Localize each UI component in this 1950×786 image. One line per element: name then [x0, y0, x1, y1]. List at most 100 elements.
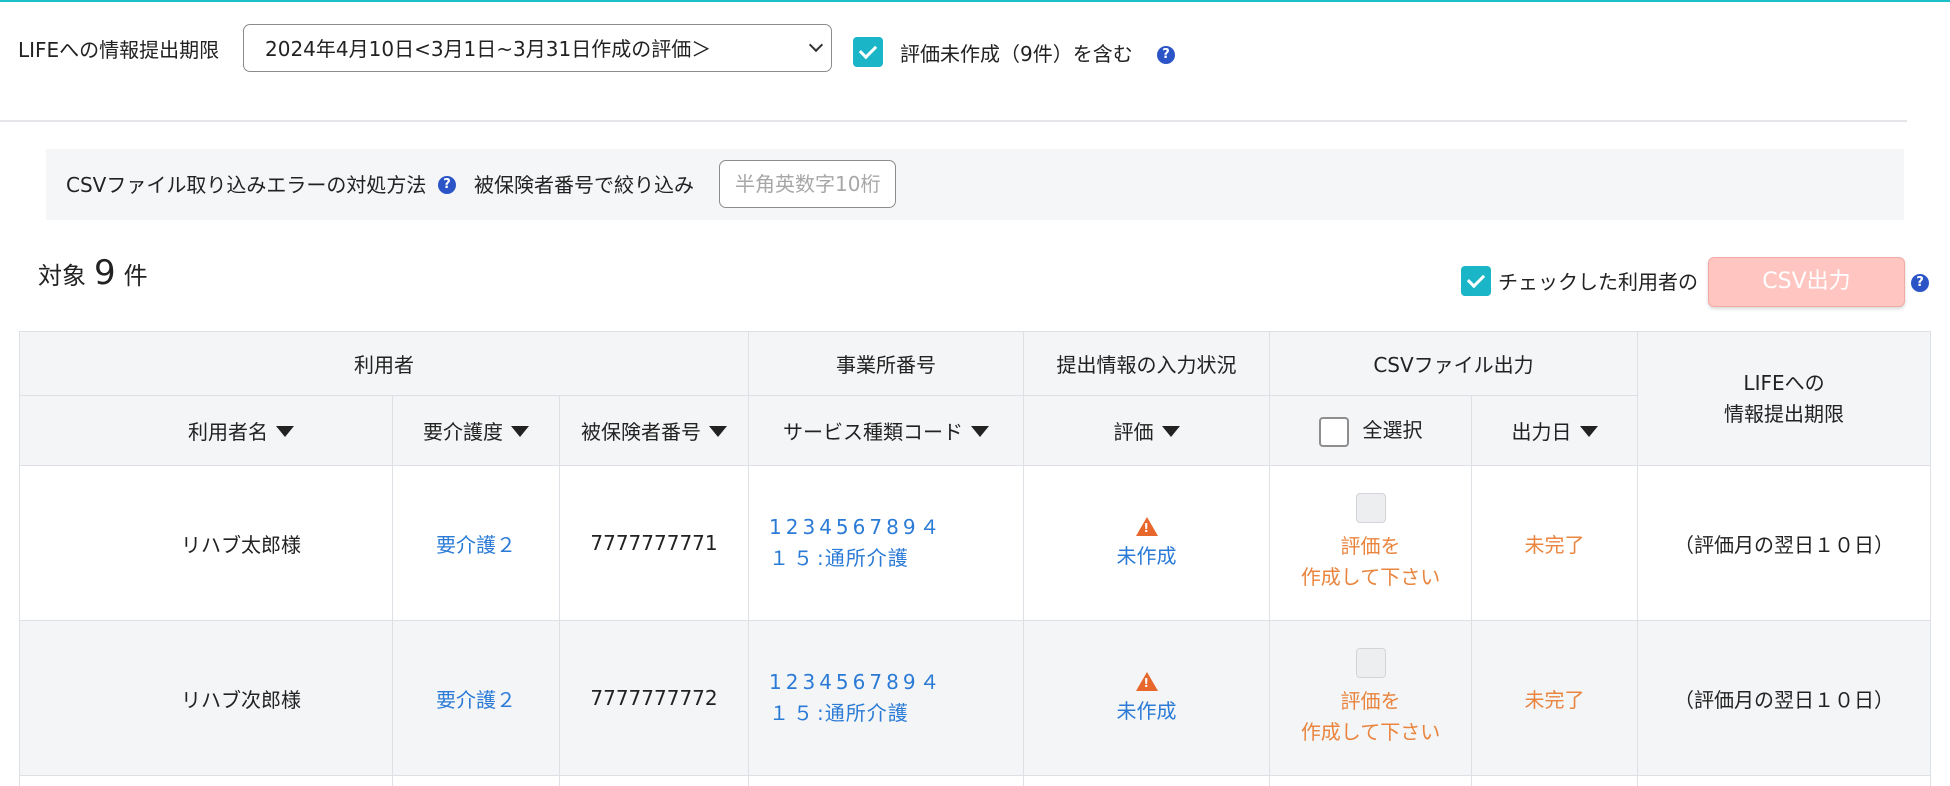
insured-number-filter-input[interactable]	[719, 160, 896, 208]
care-level-link[interactable]: 要介護２	[392, 620, 560, 776]
service-type-code: １５	[769, 701, 818, 725]
select-all-label: 全選択	[1362, 418, 1423, 443]
output-date-status: 未完了	[1471, 465, 1639, 621]
user-name: リハブ次郎様	[19, 620, 393, 776]
table-row: リハブ次郎様 要介護２ 7777777772 123456789４ １５:通所介…	[19, 620, 1932, 776]
help-icon[interactable]: ?	[438, 176, 456, 194]
empty-cell	[1269, 775, 1473, 786]
deadline: （評価月の翌日１０日）	[1637, 465, 1932, 621]
sort-down-icon	[1161, 426, 1180, 437]
empty-cell	[19, 775, 393, 786]
header-service-code: サービス種類コード	[783, 420, 964, 444]
service-code-link[interactable]: 123456789４ １５:通所介護	[748, 465, 1025, 621]
service-type-name: :通所介護	[817, 701, 909, 725]
insured-number: 7777777772	[558, 620, 750, 776]
empty-cell	[1637, 775, 1932, 786]
header-input-status: 提出情報の入力状況	[1023, 331, 1271, 396]
header-user-group: 利用者	[18, 331, 750, 396]
count-suffix: 件	[123, 262, 148, 290]
period-label: LIFEへの情報提出期限	[18, 38, 220, 62]
checkbox-box	[1355, 648, 1386, 678]
csv-error-help-link[interactable]: CSVファイル取り込みエラーの対処方法	[66, 171, 426, 199]
care-level-link[interactable]: 要介護２	[392, 465, 560, 621]
insured-number-filter-label: 被保険者番号で絞り込み	[474, 173, 694, 197]
sort-service-code[interactable]: サービス種類コード	[748, 395, 1025, 466]
header-output-date: 出力日	[1511, 420, 1572, 444]
sort-insured-number[interactable]: 被保険者番号	[558, 395, 750, 466]
header-deadline: LIFEへの 情報提出期限	[1637, 331, 1932, 466]
header-office-number: 事業所番号	[748, 331, 1025, 396]
service-type-name: :通所介護	[817, 546, 909, 570]
service-type: １５:通所介護	[769, 543, 1023, 574]
empty-cell	[558, 775, 750, 786]
sort-user-name[interactable]: 利用者名	[19, 395, 393, 466]
select-all-cell: 全選択	[1269, 395, 1473, 466]
empty-cell	[392, 775, 560, 786]
checkbox-box	[1318, 416, 1349, 447]
include-incomplete-label: 評価未作成（9件）を含む	[900, 42, 1133, 66]
checked-users-checkbox[interactable]	[1461, 266, 1491, 296]
row-checkbox-disabled	[1355, 493, 1386, 523]
note-line2: 作成して下さい	[1300, 720, 1441, 744]
evaluation-status-link[interactable]: 未作成	[1117, 699, 1177, 723]
office-number: 123456789４	[769, 515, 944, 539]
period-select[interactable]: 2024年4月10日<3月1日~3月31日作成の評価＞	[243, 24, 832, 72]
evaluation-status-link[interactable]: 未作成	[1117, 544, 1177, 568]
header-csv-output: CSVファイル出力	[1269, 331, 1639, 396]
count-prefix: 対象	[38, 262, 86, 290]
csv-select-cell: 評価を 作成して下さい	[1269, 620, 1473, 776]
row-checkbox-disabled	[1355, 648, 1386, 678]
table-row: リハブ太郎様 要介護２ 7777777771 123456789４ １５:通所介…	[19, 465, 1932, 621]
sort-down-icon	[276, 426, 294, 437]
empty-cell	[748, 775, 1025, 786]
service-type-code: １５	[769, 546, 818, 570]
sort-care-level[interactable]: 要介護度	[392, 395, 560, 466]
warning-icon	[1135, 672, 1158, 691]
help-icon[interactable]: ?	[1911, 274, 1929, 292]
divider	[0, 120, 1907, 122]
select-all-checkbox[interactable]	[1318, 416, 1349, 447]
period-filter-bar: LIFEへの情報提出期限 2024年4月10日<3月1日~3月31日作成の評価＞…	[0, 0, 1950, 120]
sort-down-icon	[1579, 426, 1598, 437]
header-evaluation: 評価	[1113, 420, 1154, 444]
csv-select-cell: 評価を 作成して下さい	[1269, 465, 1473, 621]
note-line1: 評価を	[1340, 534, 1401, 558]
table-row-partial	[19, 775, 1932, 786]
note-line2: 作成して下さい	[1300, 565, 1441, 589]
count-number: 9	[94, 253, 116, 293]
include-incomplete-checkbox[interactable]	[853, 37, 883, 67]
create-evaluation-note: 評価を 作成して下さい	[1270, 686, 1471, 748]
chevron-down-icon	[808, 37, 824, 53]
office-number: 123456789４	[769, 670, 944, 694]
header-insured-number: 被保険者番号	[581, 420, 701, 444]
service-type: １５:通所介護	[769, 698, 1023, 729]
target-count: 対象 9 件	[38, 255, 148, 295]
help-icon[interactable]: ?	[1157, 46, 1175, 64]
empty-cell	[1023, 775, 1271, 786]
sort-output-date[interactable]: 出力日	[1471, 395, 1639, 466]
sort-evaluation[interactable]: 評価	[1023, 395, 1271, 466]
evaluation-cell[interactable]: 未作成	[1023, 465, 1271, 621]
user-name: リハブ太郎様	[19, 465, 393, 621]
header-user-name: 利用者名	[188, 420, 268, 444]
csv-filter-panel: CSVファイル取り込みエラーの対処方法 ? 被保険者番号で絞り込み	[46, 149, 1904, 220]
output-date-status: 未完了	[1471, 620, 1639, 776]
header-care-level: 要介護度	[423, 420, 503, 444]
csv-output-button[interactable]: CSV出力	[1708, 257, 1905, 307]
create-evaluation-note: 評価を 作成して下さい	[1270, 531, 1471, 593]
checkbox-box	[1355, 493, 1386, 523]
insured-number: 7777777771	[558, 465, 750, 621]
header-deadline-line1: LIFEへの	[1743, 370, 1825, 395]
sort-down-icon	[709, 426, 727, 437]
deadline: （評価月の翌日１０日）	[1637, 620, 1932, 776]
header-deadline-line2: 情報提出期限	[1724, 401, 1845, 426]
empty-cell	[1471, 775, 1639, 786]
warning-icon	[1135, 517, 1158, 536]
evaluation-cell[interactable]: 未作成	[1023, 620, 1271, 776]
sort-down-icon	[971, 426, 990, 437]
users-table: 利用者 事業所番号 提出情報の入力状況 CSVファイル出力 LIFEへの 情報提…	[18, 331, 1932, 786]
checked-users-label: チェックした利用者の	[1498, 270, 1698, 294]
note-line1: 評価を	[1340, 689, 1401, 713]
service-code-link[interactable]: 123456789４ １５:通所介護	[748, 620, 1025, 776]
period-select-value: 2024年4月10日<3月1日~3月31日作成の評価＞	[265, 37, 712, 61]
